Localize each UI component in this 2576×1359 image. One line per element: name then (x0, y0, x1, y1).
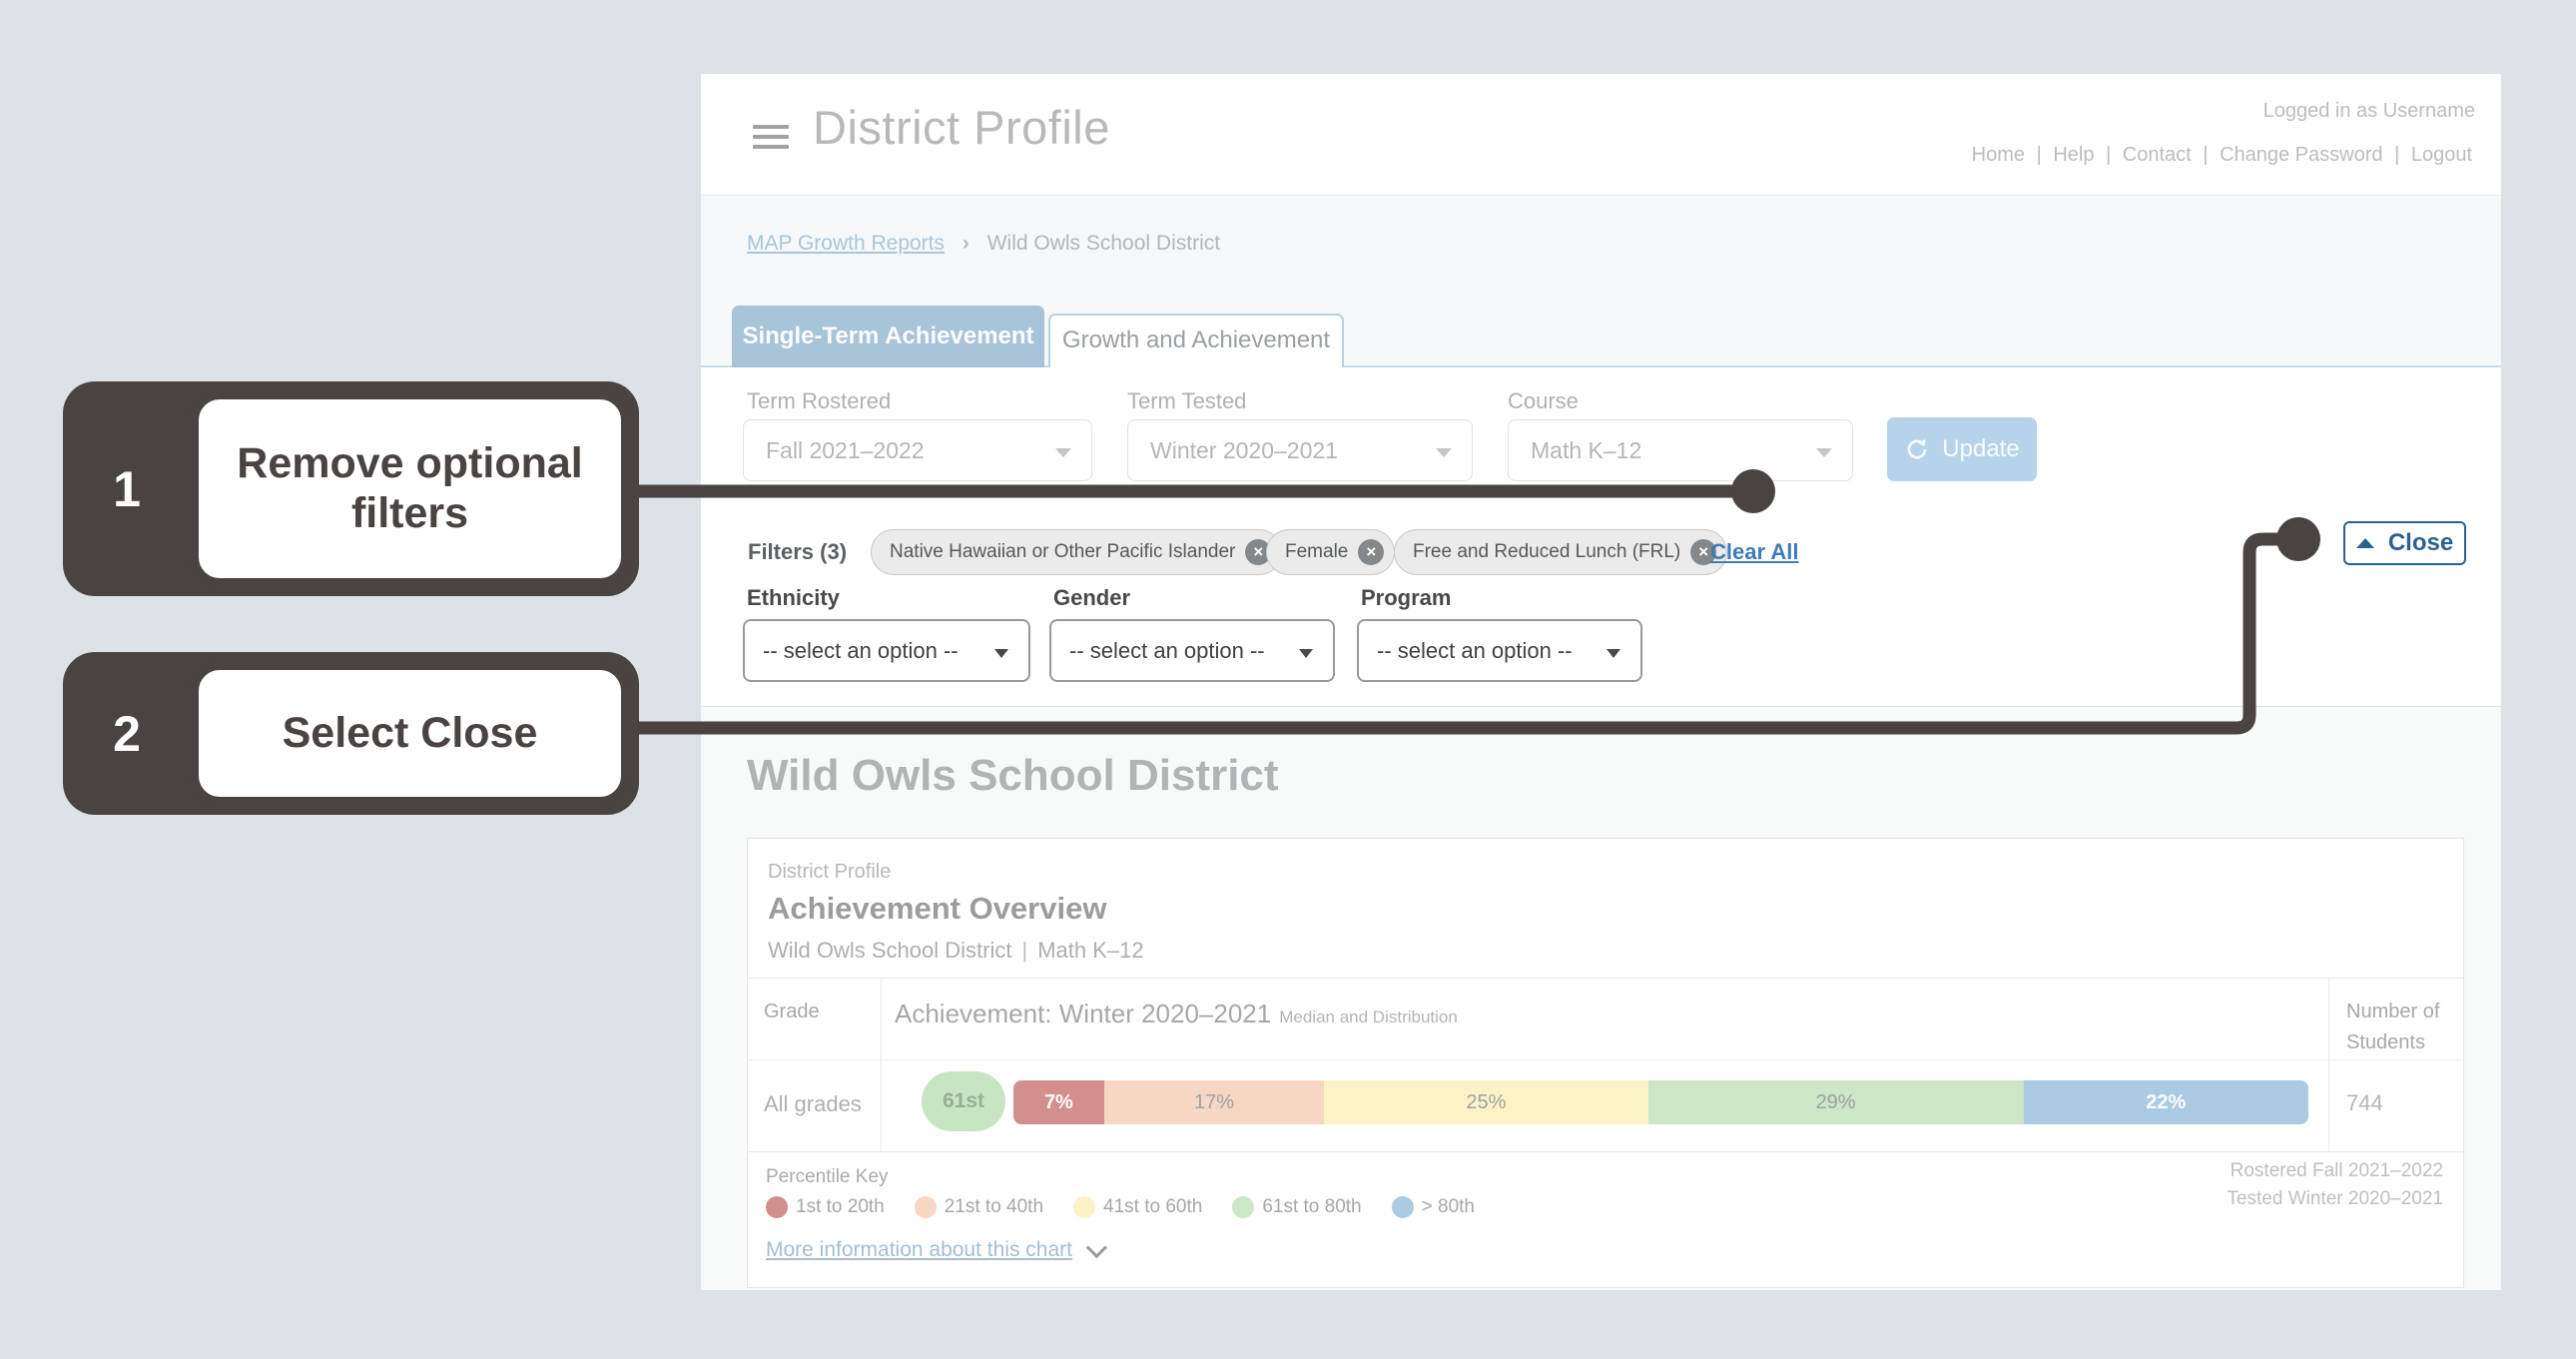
filter-chip-gender: Female × (1266, 529, 1395, 575)
breadcrumb-link-map-growth-reports[interactable]: MAP Growth Reports (747, 232, 945, 255)
number-of-students-value: 744 (2346, 1090, 2383, 1116)
filter-chip-label: Female (1285, 541, 1348, 563)
chevron-down-icon (1055, 448, 1071, 457)
chevron-down-icon (1086, 1237, 1107, 1258)
chevron-down-icon (1436, 448, 1452, 457)
median-percentile-badge: 61st (922, 1071, 1005, 1131)
nav-contact[interactable]: Contact (2123, 144, 2192, 166)
app-window: District Profile Logged in as Username H… (701, 74, 2501, 1290)
rostered-footnote: Rostered Fall 2021–2022 (2231, 1160, 2443, 1182)
tab-single-term-achievement[interactable]: Single-Term Achievement (732, 306, 1044, 367)
percentile-key-legend: 1st to 20th 21st to 40th 41st to 60th 61… (766, 1196, 1475, 1218)
distribution-segment: 29% (1648, 1080, 2024, 1124)
gender-select[interactable]: -- select an option -- (1049, 619, 1335, 682)
course-label: Course (1508, 388, 1579, 414)
chevron-down-icon (1607, 649, 1620, 658)
legend-item: 1st to 20th (766, 1196, 885, 1218)
term-rostered-label: Term Rostered (747, 388, 891, 414)
chevron-down-icon (1299, 649, 1313, 658)
nav-logout[interactable]: Logout (2411, 144, 2472, 166)
legend-item: 21st to 40th (915, 1196, 1043, 1218)
legend-item: > 80th (1392, 1196, 1475, 1218)
term-tested-label: Term Tested (1127, 388, 1246, 414)
annotation-callout-1: 1 Remove optional filters (63, 381, 639, 596)
column-header-grade: Grade (764, 1001, 820, 1023)
close-filters-button[interactable]: Close (2343, 521, 2466, 565)
filter-chip-label: Free and Reduced Lunch (FRL) (1413, 541, 1680, 563)
program-label: Program (1361, 585, 1451, 611)
remove-filter-icon[interactable]: × (1358, 539, 1384, 565)
nav-separator: | (2106, 144, 2111, 166)
distribution-segment: 22% (2024, 1080, 2308, 1124)
ethnicity-label: Ethnicity (747, 585, 840, 611)
distribution-segment: 7% (1013, 1080, 1104, 1124)
row-grade-label: All grades (764, 1091, 862, 1117)
legend-item: 61st to 80th (1232, 1196, 1361, 1218)
table-border (748, 1151, 2463, 1152)
filter-chip-ethnicity: Native Hawaiian or Other Pacific Islande… (871, 529, 1282, 575)
nav-change-password[interactable]: Change Password (2220, 144, 2382, 166)
app-header: District Profile Logged in as Username H… (701, 74, 2501, 196)
breadcrumb-current: Wild Owls School District (987, 232, 1220, 255)
legend-dot (766, 1196, 788, 1218)
filter-chip-label: Native Hawaiian or Other Pacific Islande… (890, 541, 1235, 563)
card-title: Achievement Overview (768, 891, 1106, 927)
tab-growth-and-achievement[interactable]: Growth and Achievement (1048, 314, 1344, 367)
legend-dot (1392, 1196, 1414, 1218)
legend-dot (1073, 1196, 1095, 1218)
legend-dot (915, 1196, 937, 1218)
column-header-students: Number of Students (2346, 997, 2439, 1058)
distribution-bar: 7% 17% 25% 29% 22% (1013, 1080, 2308, 1124)
distribution-segment: 25% (1324, 1080, 1647, 1124)
step-number: 1 (63, 381, 191, 596)
card-eyebrow: District Profile (768, 861, 891, 884)
tutorial-image: District Profile Logged in as Username H… (0, 0, 2576, 1359)
refresh-icon (1904, 436, 1930, 462)
gender-label: Gender (1053, 585, 1130, 611)
nav-home[interactable]: Home (1972, 144, 2025, 166)
percentile-key-title: Percentile Key (766, 1166, 889, 1188)
tested-footnote: Tested Winter 2020–2021 (2227, 1188, 2443, 1210)
utility-nav: Home | Help | Contact | Change Password … (1969, 144, 2475, 167)
nav-help[interactable]: Help (2053, 144, 2094, 166)
update-button[interactable]: Update (1887, 417, 2037, 481)
course-select[interactable]: Math K–12 (1508, 419, 1853, 481)
card-subtitle: Wild Owls School District|Math K–12 (768, 938, 1144, 964)
district-heading: Wild Owls School District (747, 751, 1279, 801)
logged-in-status: Logged in as Username (2263, 100, 2475, 123)
chevron-down-icon (994, 649, 1008, 658)
hamburger-menu-icon[interactable] (753, 125, 789, 155)
distribution-segment: 17% (1104, 1080, 1324, 1124)
more-information-link[interactable]: More information about this chart (766, 1238, 1101, 1262)
clear-all-link[interactable]: Clear All (1710, 539, 1798, 565)
breadcrumb: MAP Growth Reports › Wild Owls School Di… (747, 232, 1220, 256)
breadcrumb-chevron-icon: › (963, 232, 969, 255)
filters-count-label: Filters (3) (748, 539, 847, 565)
column-header-achievement: Achievement: Winter 2020–2021Median and … (895, 999, 1458, 1029)
annotation-callout-2: 2 Select Close (63, 652, 639, 815)
nav-separator: | (2037, 144, 2042, 166)
table-border (748, 978, 2463, 979)
table-border (748, 1059, 2463, 1060)
legend-item: 41st to 60th (1073, 1196, 1202, 1218)
term-rostered-select[interactable]: Fall 2021–2022 (743, 419, 1092, 481)
step-number: 2 (63, 652, 191, 815)
nav-separator: | (2203, 144, 2208, 166)
table-border (881, 978, 882, 1151)
step-label: Select Close (190, 661, 630, 806)
achievement-overview-card: District Profile Achievement Overview Wi… (747, 838, 2464, 1288)
chevron-down-icon (1816, 448, 1832, 457)
nav-separator: | (2394, 144, 2399, 166)
ethnicity-select[interactable]: -- select an option -- (743, 619, 1030, 682)
table-border (2328, 978, 2329, 1151)
page-title: District Profile (813, 100, 1110, 155)
report-region: Wild Owls School District District Profi… (701, 707, 2501, 1290)
legend-dot (1232, 1196, 1254, 1218)
triangle-up-icon (2356, 538, 2374, 548)
term-tested-select[interactable]: Winter 2020–2021 (1127, 419, 1473, 481)
program-select[interactable]: -- select an option -- (1357, 619, 1642, 682)
filter-chip-program: Free and Reduced Lunch (FRL) × (1394, 529, 1727, 575)
step-label: Remove optional filters (190, 390, 630, 587)
